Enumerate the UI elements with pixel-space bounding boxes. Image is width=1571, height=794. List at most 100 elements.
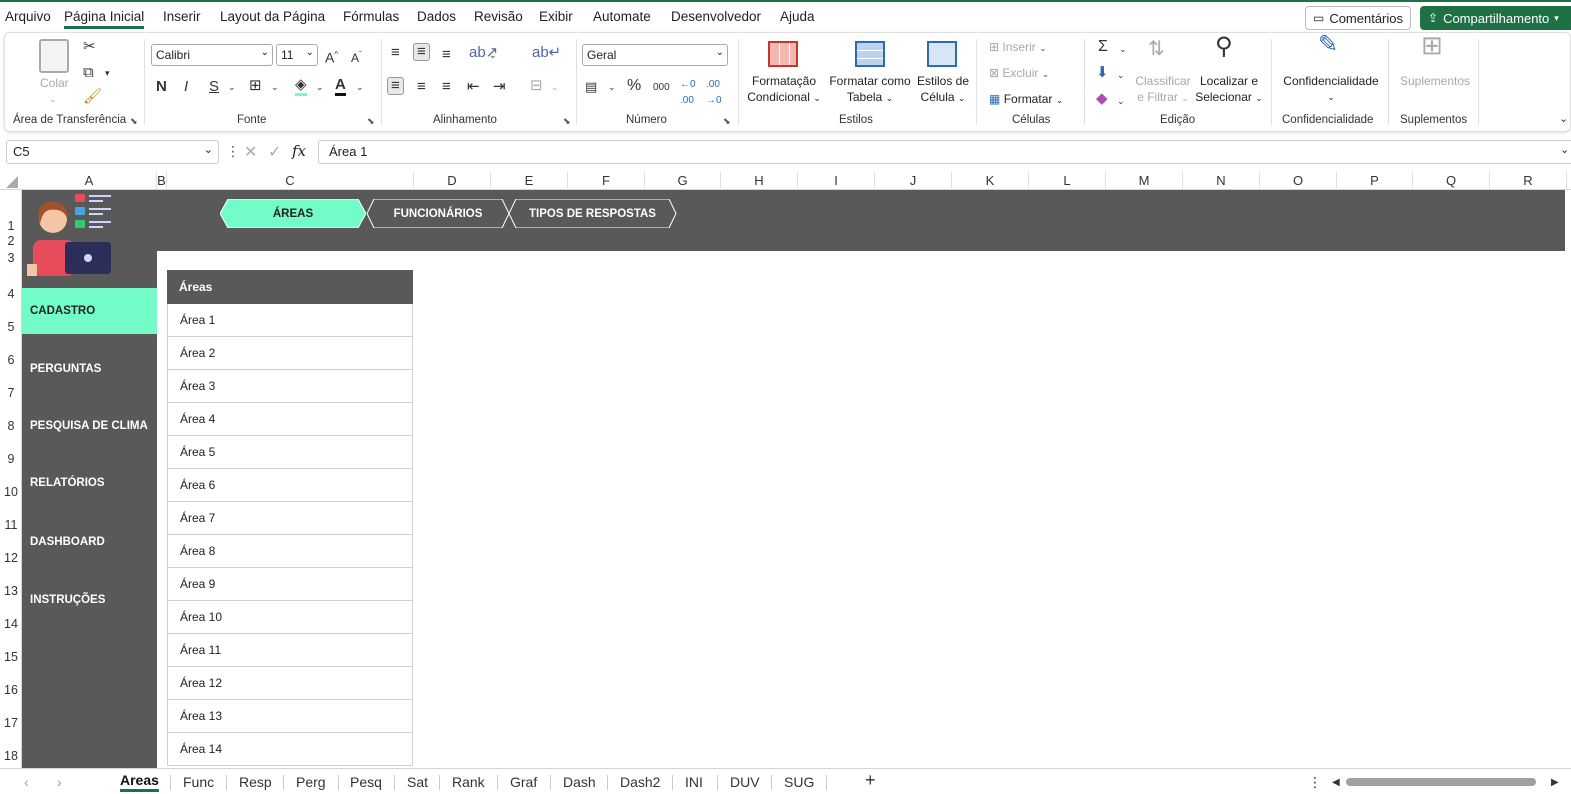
sheet-tab-sat[interactable]: Sat [407,774,428,790]
row-header-1[interactable]: 1 [0,219,22,233]
format-cells-button[interactable]: ▦ Formatar ⌄ [989,91,1063,108]
dialog-launcher-icon[interactable]: ⬊ [723,116,731,127]
row-header-5[interactable]: 5 [0,320,22,334]
share-button[interactable]: ⇪ Compartilhamento ▾ [1420,6,1571,30]
cell-styles-icon[interactable] [927,41,957,67]
insert-cells-button[interactable]: ⊞ Inserir ⌄ [989,39,1047,56]
conditional-format-icon[interactable] [768,41,798,67]
thousands-icon[interactable]: 000 [653,80,670,96]
align-right-icon[interactable]: ≡ [442,79,451,95]
col-header-f[interactable]: F [568,172,645,190]
number-format-select[interactable]: Geral ⌄ [582,44,728,66]
menu-desenvolvedor[interactable]: Desenvolvedor [671,9,761,24]
row-header-18[interactable]: 18 [0,749,22,763]
chevron-down-icon[interactable]: ⌄ [271,79,279,95]
col-header-q[interactable]: Q [1413,172,1490,190]
comments-button[interactable]: ▭ Comentários [1305,6,1411,30]
addins-icon[interactable]: ⊞ [1421,32,1443,58]
chevron-down-icon[interactable]: ⌄ [49,91,57,107]
align-top-icon[interactable]: ≡ [391,45,400,61]
add-sheet-icon[interactable]: + [865,770,876,791]
sidebar-item-instrucoes[interactable]: INSTRUÇÕES [22,577,157,623]
sidebar-item-pesquisa-de-clima[interactable]: PESQUISA DE CLIMA [22,403,157,449]
font-name-select[interactable]: Calibri ⌄ [151,44,273,66]
align-middle-icon[interactable]: ≡ [413,43,430,61]
chevron-down-icon[interactable]: ⌄ [551,79,559,95]
sidebar-item-perguntas[interactable]: PERGUNTAS [22,346,157,392]
scroll-left-icon[interactable]: ◀ [1332,777,1340,788]
menu-ajuda[interactable]: Ajuda [780,9,815,24]
font-size-select[interactable]: 11 ⌄ [276,44,318,66]
menu-revisao[interactable]: Revisão [474,9,523,24]
chevron-down-icon[interactable]: ▾ [105,65,110,81]
col-header-j[interactable]: J [875,172,952,190]
underline-icon[interactable]: S [209,79,219,95]
cancel-icon[interactable]: ✕ [244,142,257,162]
cut-icon[interactable]: ✂ [83,39,96,55]
chevron-down-icon[interactable]: ▾ [1554,13,1559,24]
table-header[interactable]: Áreas [167,270,413,304]
sheet-tab-perg[interactable]: Perg [296,774,326,790]
table-row[interactable]: Área 12 [167,667,413,700]
select-all-icon[interactable] [6,176,18,188]
dialog-launcher-icon[interactable]: ⬊ [563,116,571,127]
sheet-tab-duv[interactable]: DUV [730,774,760,790]
more-options-icon[interactable]: ⋮ [226,143,240,160]
scroll-right-icon[interactable]: › [57,774,62,790]
col-header-e[interactable]: E [491,172,568,190]
sheet-tab-dash2[interactable]: Dash2 [620,774,660,790]
increase-decimal-icon[interactable]: ←0.00 [680,77,696,109]
confirm-icon[interactable]: ✓ [268,142,281,162]
sidebar-item-relatorios[interactable]: RELATÓRIOS [22,460,157,506]
col-header-p[interactable]: P [1337,172,1413,190]
tab-areas[interactable]: ÁREAS [220,199,366,228]
row-header-17[interactable]: 17 [0,716,22,730]
sheet-tab-rank[interactable]: Rank [452,774,485,790]
menu-exibir[interactable]: Exibir [539,9,573,24]
chevron-down-icon[interactable]: ⌄ [489,47,497,63]
table-row[interactable]: Área 7 [167,502,413,535]
sidebar-item-dashboard[interactable]: DASHBOARD [22,519,157,565]
row-header-15[interactable]: 15 [0,650,22,664]
fill-color-icon[interactable]: ◈ [295,77,307,96]
sort-filter-button[interactable]: Classificar e Filtrar ⌄ [1133,73,1193,106]
menu-dados[interactable]: Dados [417,9,456,24]
find-select-icon[interactable]: ⚲ [1215,35,1233,59]
horizontal-scrollbar[interactable] [1346,778,1536,786]
more-options-icon[interactable]: ⋮ [1308,774,1322,791]
clear-icon[interactable]: ◆ [1096,91,1108,107]
table-row[interactable]: Área 6 [167,469,413,502]
align-center-icon[interactable]: ≡ [417,79,426,95]
font-color-icon[interactable]: A [335,77,346,96]
chevron-down-icon[interactable]: ⌄ [1117,67,1125,83]
col-header-h[interactable]: H [721,172,798,190]
menu-arquivo[interactable]: Arquivo [5,9,51,24]
row-header-9[interactable]: 9 [0,452,22,466]
row-header-11[interactable]: 11 [0,518,22,532]
sheet-tab-sug[interactable]: SUG [784,774,814,790]
table-row[interactable]: Área 4 [167,403,413,436]
chevron-down-icon[interactable]: ⌄ [316,79,324,95]
align-left-icon[interactable]: ≡ [387,77,404,95]
formula-input[interactable]: Área 1 [318,140,1571,164]
conditional-format-button[interactable]: Formatação Condicional ⌄ [746,73,822,106]
tab-tipos-de-respostas[interactable]: TIPOS DE RESPOSTAS [508,199,677,228]
sheet-tab-func[interactable]: Func [183,774,214,790]
table-row[interactable]: Área 9 [167,568,413,601]
format-painter-icon[interactable]: 🖌 [83,89,102,105]
table-row[interactable]: Área 14 [167,733,413,766]
sheet-tab-ini[interactable]: INI [685,774,703,790]
menu-automate[interactable]: Automate [593,9,651,24]
bold-icon[interactable]: N [156,79,167,95]
name-box[interactable]: C5 ⌄ [6,140,219,164]
fill-down-icon[interactable]: ⬇ [1096,65,1109,81]
row-header-14[interactable]: 14 [0,617,22,631]
cell-styles-button[interactable]: Estilos de Célula ⌄ [913,73,973,106]
paste-label[interactable]: Colar [40,75,69,91]
col-header-m[interactable]: M [1106,172,1183,190]
chevron-down-icon[interactable]: ⌄ [356,79,364,95]
chevron-down-icon[interactable]: ⌄ [204,143,213,156]
autosum-icon[interactable]: Σ [1098,39,1108,55]
italic-icon[interactable]: I [184,79,188,95]
format-table-button[interactable]: Formatar como Tabela ⌄ [827,73,913,106]
